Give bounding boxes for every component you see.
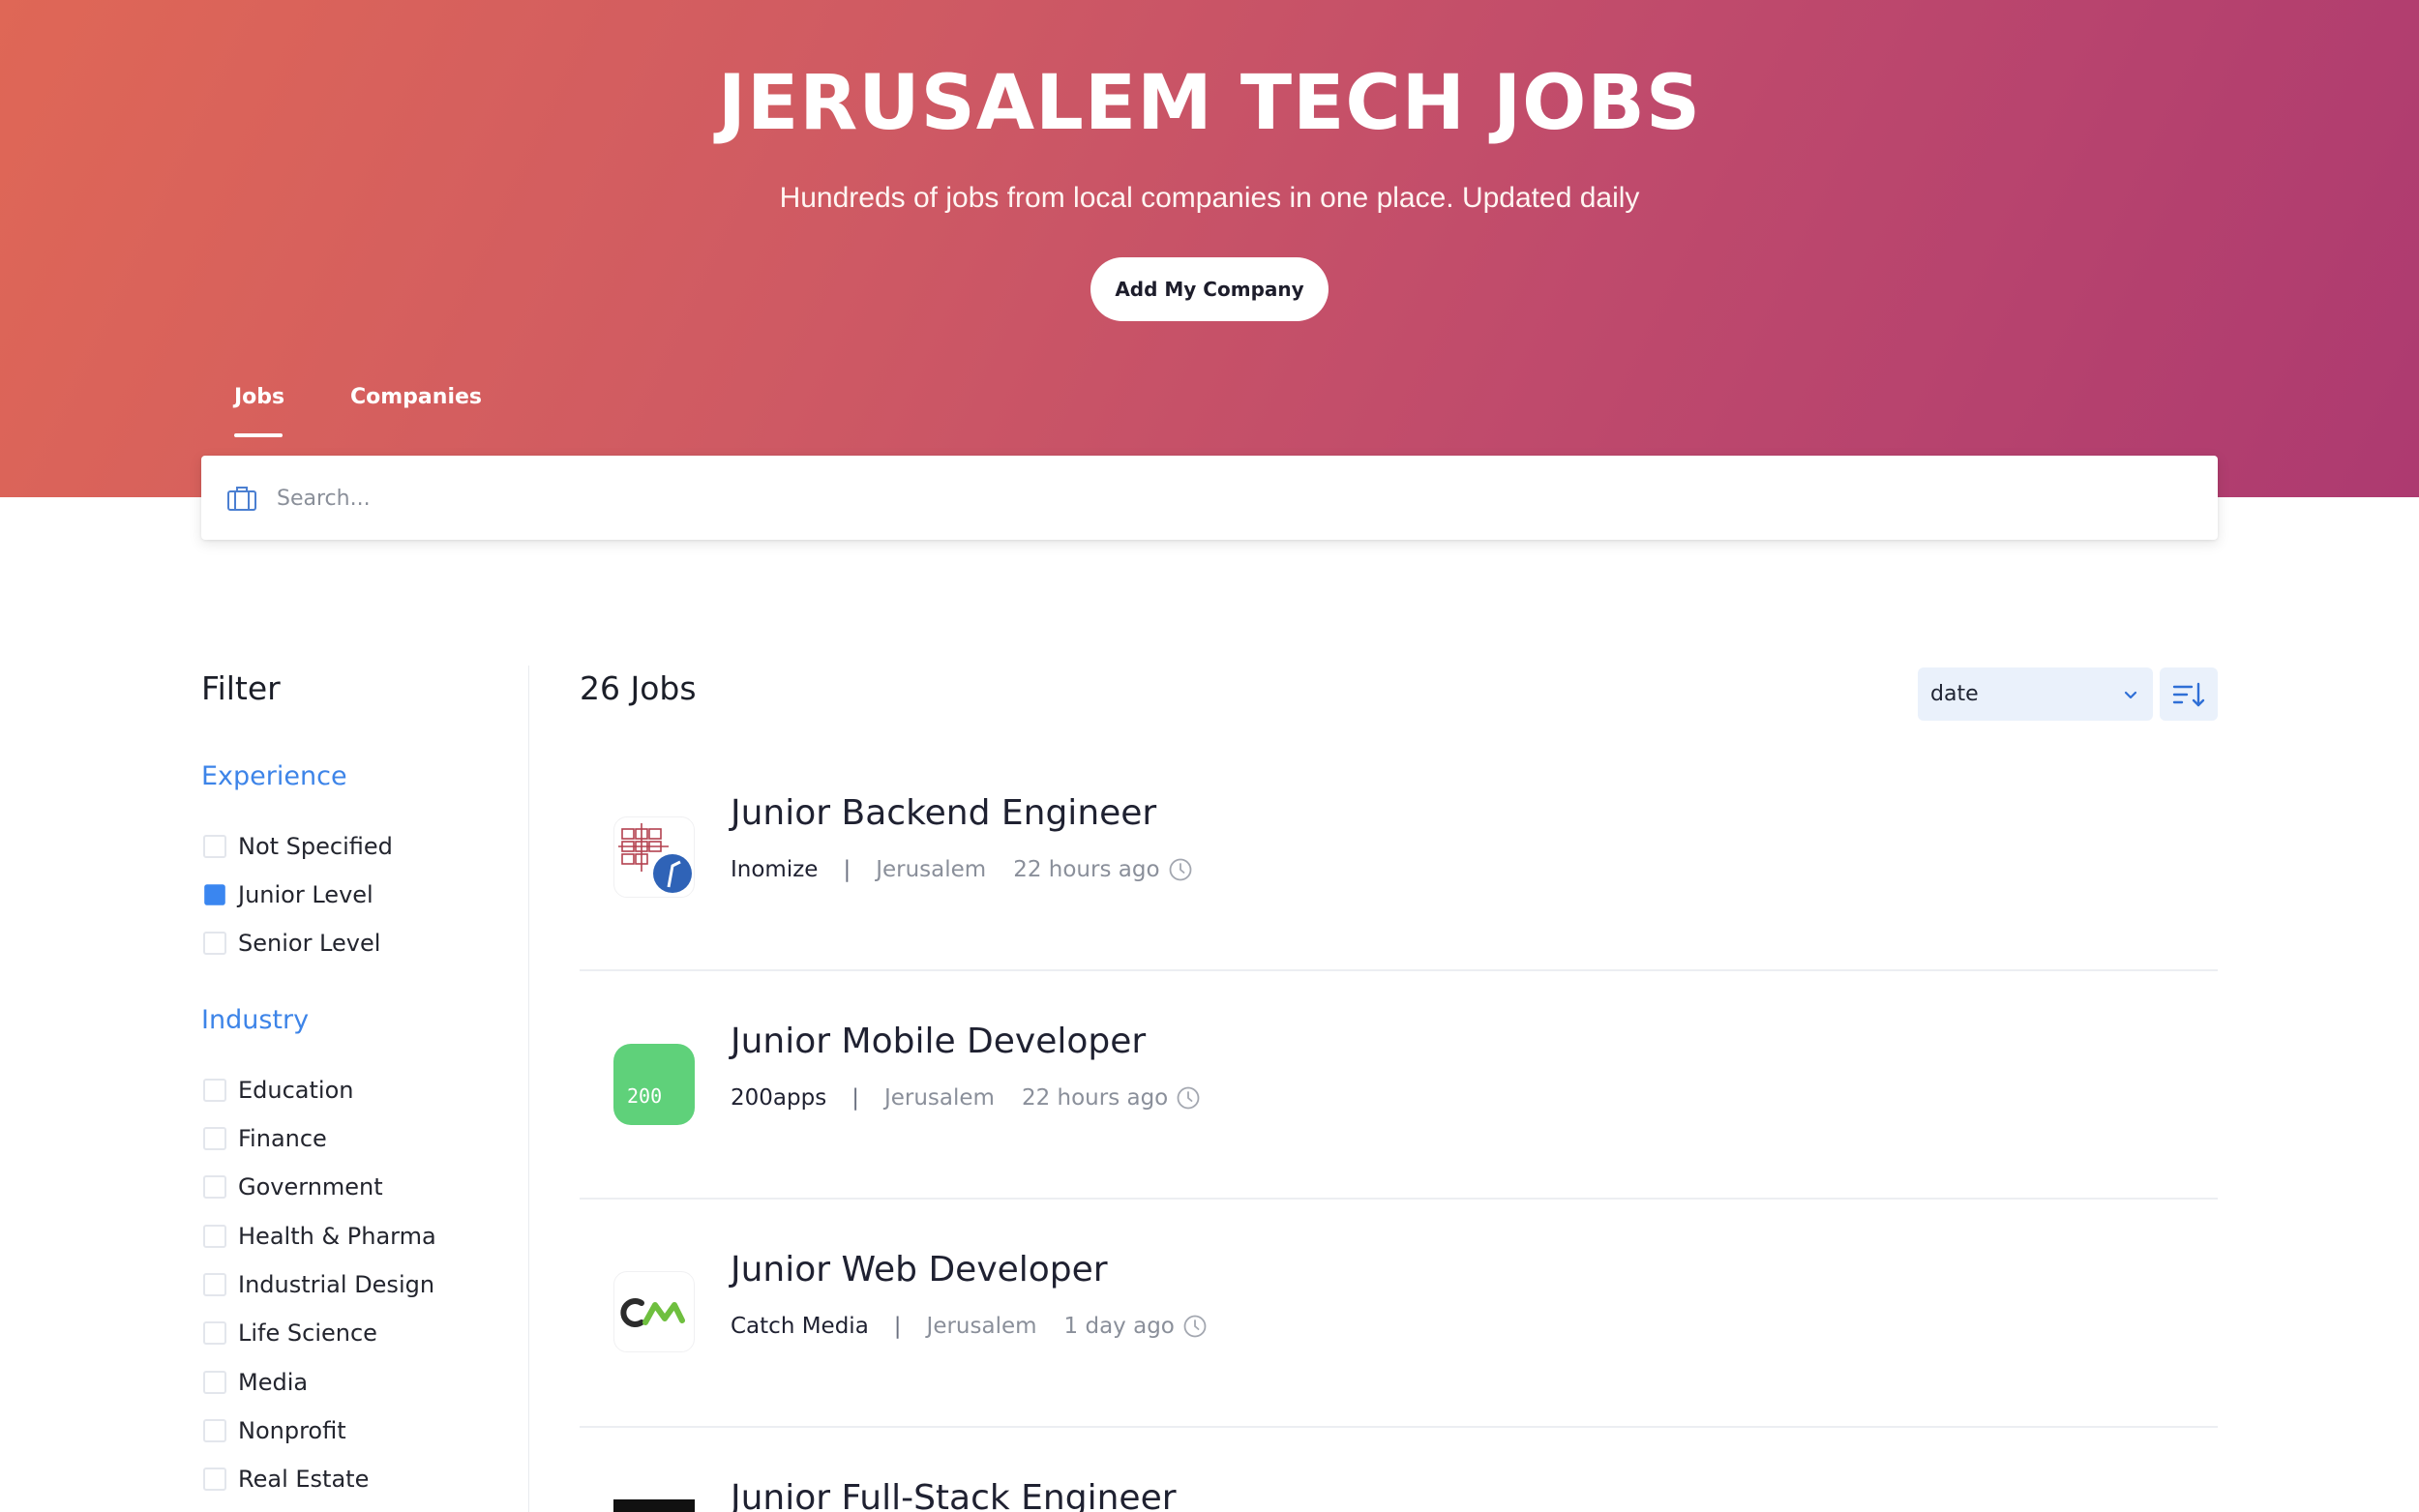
- page-title: JERUSALEM TECH JOBS: [717, 60, 1702, 147]
- job-card[interactable]: Junior Backend Engineer Inomize | Jerusa…: [580, 743, 2218, 971]
- filter-option-label: Health & Pharma: [238, 1223, 436, 1250]
- job-card[interactable]: Junior Web Developer Catch Media | Jerus…: [580, 1200, 2218, 1428]
- filter-option-government[interactable]: Government: [203, 1173, 383, 1201]
- sort-direction-button[interactable]: [2160, 667, 2218, 721]
- job-meta: Inomize | Jerusalem 22 hours ago: [731, 857, 1193, 882]
- filter-option-label: Not Specified: [238, 833, 393, 860]
- filter-option-label: Government: [238, 1173, 383, 1201]
- filter-option-life-science[interactable]: Life Science: [203, 1319, 377, 1347]
- filter-option-label: Life Science: [238, 1319, 377, 1347]
- filter-option-label: Media: [238, 1369, 309, 1396]
- filter-option-real-estate[interactable]: Real Estate: [203, 1466, 369, 1493]
- company-logo-catch-media: [613, 1271, 695, 1352]
- checkbox[interactable]: [203, 1079, 226, 1102]
- checkbox[interactable]: [203, 1127, 226, 1150]
- filter-option-label: Finance: [238, 1125, 327, 1152]
- company-logo-black: [613, 1499, 695, 1512]
- sort-select[interactable]: date: [1918, 667, 2153, 721]
- job-posted-time: 22 hours ago: [1013, 857, 1160, 882]
- filter-group-industry-title: Industry: [201, 1005, 310, 1035]
- job-meta: 200apps | Jerusalem 22 hours ago: [731, 1085, 1201, 1111]
- tab-companies[interactable]: Companies: [350, 385, 482, 409]
- checkbox[interactable]: [203, 1175, 226, 1199]
- logo-text: 200: [627, 1084, 663, 1108]
- job-company[interactable]: Catch Media: [731, 1314, 869, 1339]
- job-company[interactable]: Inomize: [731, 857, 818, 882]
- filter-group-experience-title: Experience: [201, 761, 347, 791]
- job-title[interactable]: Junior Backend Engineer: [731, 793, 1156, 833]
- job-card[interactable]: 200 Junior Mobile Developer 200apps | Je…: [580, 971, 2218, 1200]
- filter-option-education[interactable]: Education: [203, 1077, 353, 1104]
- jobs-count: 26 Jobs: [580, 669, 697, 707]
- job-location: Jerusalem: [883, 1085, 995, 1111]
- checkbox[interactable]: [203, 932, 226, 955]
- filter-option-finance[interactable]: Finance: [203, 1125, 327, 1152]
- sidebar-divider: [528, 666, 529, 1512]
- tab-jobs[interactable]: Jobs: [234, 385, 284, 409]
- sort-descending-icon: [2172, 682, 2205, 707]
- checkbox[interactable]: [203, 1419, 226, 1442]
- meta-separator: |: [893, 1314, 902, 1339]
- checkbox-checked[interactable]: [204, 884, 225, 905]
- job-meta: Catch Media | Jerusalem 1 day ago: [731, 1314, 1208, 1339]
- checkbox[interactable]: [203, 1468, 226, 1491]
- chevron-down-icon: [2124, 691, 2137, 699]
- filter-option-not-specified[interactable]: Not Specified: [203, 833, 393, 860]
- clock-icon: [1183, 1315, 1207, 1338]
- clock-icon: [1177, 1086, 1200, 1110]
- checkbox[interactable]: [203, 1321, 226, 1345]
- company-logo-inomize: [613, 816, 695, 898]
- filter-option-label: Industrial Design: [238, 1271, 435, 1298]
- add-company-button[interactable]: Add My Company: [1090, 257, 1329, 321]
- job-company[interactable]: 200apps: [731, 1085, 826, 1111]
- checkbox[interactable]: [203, 1225, 226, 1248]
- meta-separator: |: [843, 857, 851, 882]
- filter-option-industrial-design[interactable]: Industrial Design: [203, 1271, 434, 1298]
- job-posted-time: 1 day ago: [1063, 1314, 1175, 1339]
- filter-option-junior-level[interactable]: Junior Level: [203, 881, 373, 908]
- search-bar: [201, 456, 2218, 540]
- sort-value: date: [1930, 682, 1979, 706]
- clock-icon: [1169, 858, 1191, 881]
- checkbox[interactable]: [203, 835, 226, 858]
- job-title[interactable]: Junior Full-Stack Engineer: [731, 1478, 1177, 1512]
- checkbox[interactable]: [203, 1273, 226, 1296]
- filter-option-label: Nonprofit: [238, 1417, 346, 1444]
- filter-option-label: Senior Level: [238, 930, 381, 957]
- job-location: Jerusalem: [926, 1314, 1037, 1339]
- search-input[interactable]: [277, 477, 2193, 519]
- filter-option-media[interactable]: Media: [203, 1369, 308, 1396]
- checkbox[interactable]: [203, 1371, 226, 1394]
- filter-option-senior-level[interactable]: Senior Level: [203, 930, 380, 957]
- job-location: Jerusalem: [876, 857, 987, 882]
- meta-separator: |: [851, 1085, 859, 1111]
- page-subtitle: Hundreds of jobs from local companies in…: [779, 182, 1640, 214]
- briefcase-icon: [227, 487, 256, 511]
- filter-option-nonprofit[interactable]: Nonprofit: [203, 1417, 346, 1444]
- filter-option-health-pharma[interactable]: Health & Pharma: [203, 1223, 436, 1250]
- job-title[interactable]: Junior Mobile Developer: [731, 1022, 1146, 1061]
- company-logo-200apps: 200: [613, 1044, 695, 1125]
- job-title[interactable]: Junior Web Developer: [731, 1250, 1108, 1290]
- active-tab-indicator: [234, 433, 283, 437]
- filter-option-label: Junior Level: [238, 881, 373, 908]
- filter-option-label: Education: [238, 1077, 354, 1104]
- filter-option-label: Real Estate: [238, 1466, 370, 1493]
- job-posted-time: 22 hours ago: [1021, 1085, 1169, 1111]
- hero-banner: JERUSALEM TECH JOBS Hundreds of jobs fro…: [0, 0, 2419, 497]
- job-card[interactable]: Junior Full-Stack Engineer: [580, 1428, 2218, 1512]
- filter-title: Filter: [201, 669, 281, 707]
